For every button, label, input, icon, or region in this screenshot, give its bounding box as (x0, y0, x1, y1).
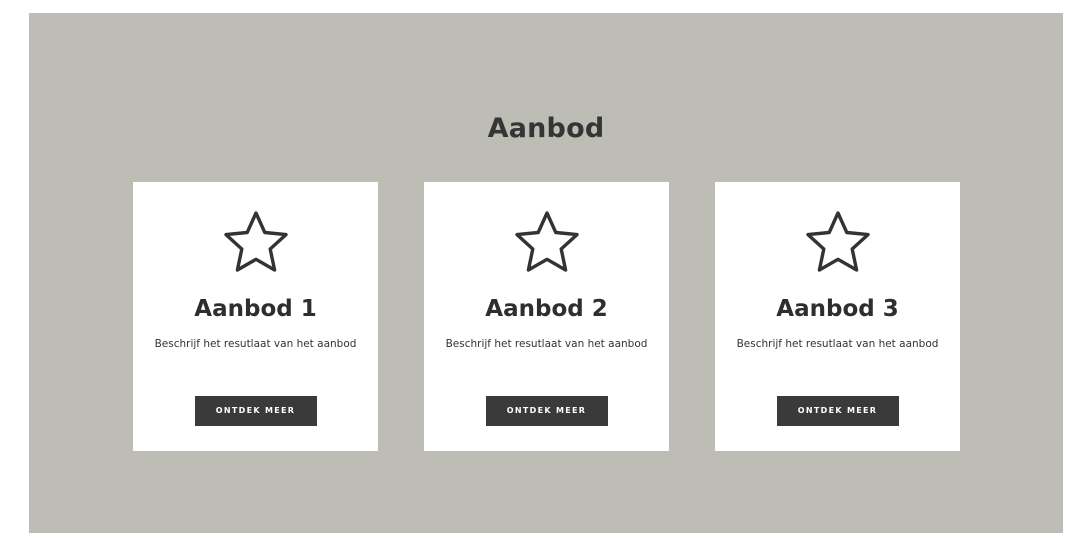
discover-more-button[interactable]: ONTDEK MEER (485, 396, 608, 426)
star-icon (221, 209, 291, 275)
card-description: Beschrijf het resutlaat van het aanbod (445, 338, 648, 350)
star-icon (512, 209, 582, 275)
offer-card-1: Aanbod 1 Beschrijf het resutlaat van het… (133, 182, 378, 451)
card-title: Aanbod 2 (485, 296, 608, 322)
star-icon (803, 209, 873, 275)
discover-more-button[interactable]: ONTDEK MEER (194, 396, 317, 426)
offer-section: Aanbod Aanbod 1 Beschrijf het resutlaat … (29, 13, 1063, 533)
card-description: Beschrijf het resutlaat van het aanbod (736, 338, 939, 350)
section-title: Aanbod (487, 113, 605, 144)
discover-more-button[interactable]: ONTDEK MEER (776, 396, 899, 426)
offer-card-3: Aanbod 3 Beschrijf het resutlaat van het… (715, 182, 960, 451)
offer-card-2: Aanbod 2 Beschrijf het resutlaat van het… (424, 182, 669, 451)
card-description: Beschrijf het resutlaat van het aanbod (154, 338, 357, 350)
card-title: Aanbod 1 (194, 296, 317, 322)
card-title: Aanbod 3 (776, 296, 899, 322)
